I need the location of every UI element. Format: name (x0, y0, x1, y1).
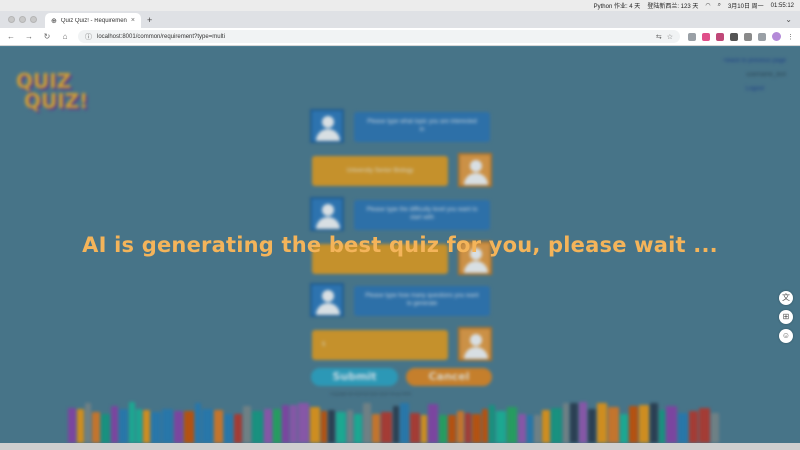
browser-toolbar: ← → ↻ ⌂ ⓘ localhost:8001/common/requirem… (0, 28, 800, 46)
bookmark-star-icon[interactable]: ☆ (667, 33, 673, 41)
browser-tabstrip: ⊕ Quiz Quiz! - Requirements × + ⌄ (0, 11, 800, 28)
extensions-area: ⋮ (688, 32, 794, 41)
extension-icon[interactable] (744, 32, 752, 41)
extension-icon[interactable] (716, 32, 724, 41)
reload-button[interactable]: ↻ (42, 32, 52, 41)
minimize-window-button[interactable] (19, 16, 26, 23)
extension-icon[interactable] (702, 32, 710, 41)
forward-button[interactable]: → (24, 32, 34, 41)
site-info-icon[interactable]: ⓘ (85, 32, 92, 42)
window-bottom-edge (0, 443, 800, 450)
grid-float-icon[interactable]: ⊞ (779, 310, 793, 324)
chevron-down-icon[interactable]: ⌄ (785, 15, 800, 28)
address-bar[interactable]: ⓘ localhost:8001/common/requirement?type… (78, 30, 680, 43)
globe-icon: ⊕ (51, 17, 57, 25)
translate-float-icon[interactable]: 文 (779, 291, 793, 305)
url-text: localhost:8001/common/requirement?type=m… (97, 33, 225, 40)
new-tab-button[interactable]: + (141, 15, 158, 28)
wifi-icon[interactable]: ◠ (705, 2, 710, 9)
menubar-date[interactable]: 3月10日 周一 (728, 1, 764, 10)
menubar-nz-reminder[interactable]: 登陆新西兰: 123 天 (647, 1, 698, 10)
search-icon[interactable]: ⌕ (718, 2, 721, 9)
loading-message: AI is generating the best quiz for you, … (82, 233, 718, 257)
translate-icon[interactable]: ⇆ (656, 33, 662, 41)
tab-title: Quiz Quiz! - Requirements (60, 17, 127, 24)
side-floating-icons: 文 ⊞ ☺ (779, 291, 793, 343)
menubar-time[interactable]: 01:55:12 (771, 3, 794, 9)
extension-icon[interactable] (688, 32, 696, 41)
profile-avatar[interactable] (772, 32, 781, 41)
assistant-float-icon[interactable]: ☺ (779, 329, 793, 343)
page-content: QUIZ QUIZ! <Back to previous page userna… (0, 47, 800, 443)
puzzle-icon[interactable] (758, 32, 766, 41)
extension-icon[interactable] (730, 32, 738, 41)
more-menu-icon[interactable]: ⋮ (787, 33, 794, 41)
close-window-button[interactable] (8, 16, 15, 23)
macos-menubar: Python 作业: 4 天 登陆新西兰: 123 天 ◠ ⌕ 3月10日 周一… (0, 0, 800, 11)
zoom-window-button[interactable] (30, 16, 37, 23)
browser-tab-active[interactable]: ⊕ Quiz Quiz! - Requirements × (45, 13, 141, 28)
home-button[interactable]: ⌂ (60, 32, 70, 41)
close-tab-icon[interactable]: × (131, 17, 135, 24)
back-button[interactable]: ← (6, 32, 16, 41)
menubar-python-reminder[interactable]: Python 作业: 4 天 (594, 1, 641, 10)
window-controls (0, 16, 45, 28)
